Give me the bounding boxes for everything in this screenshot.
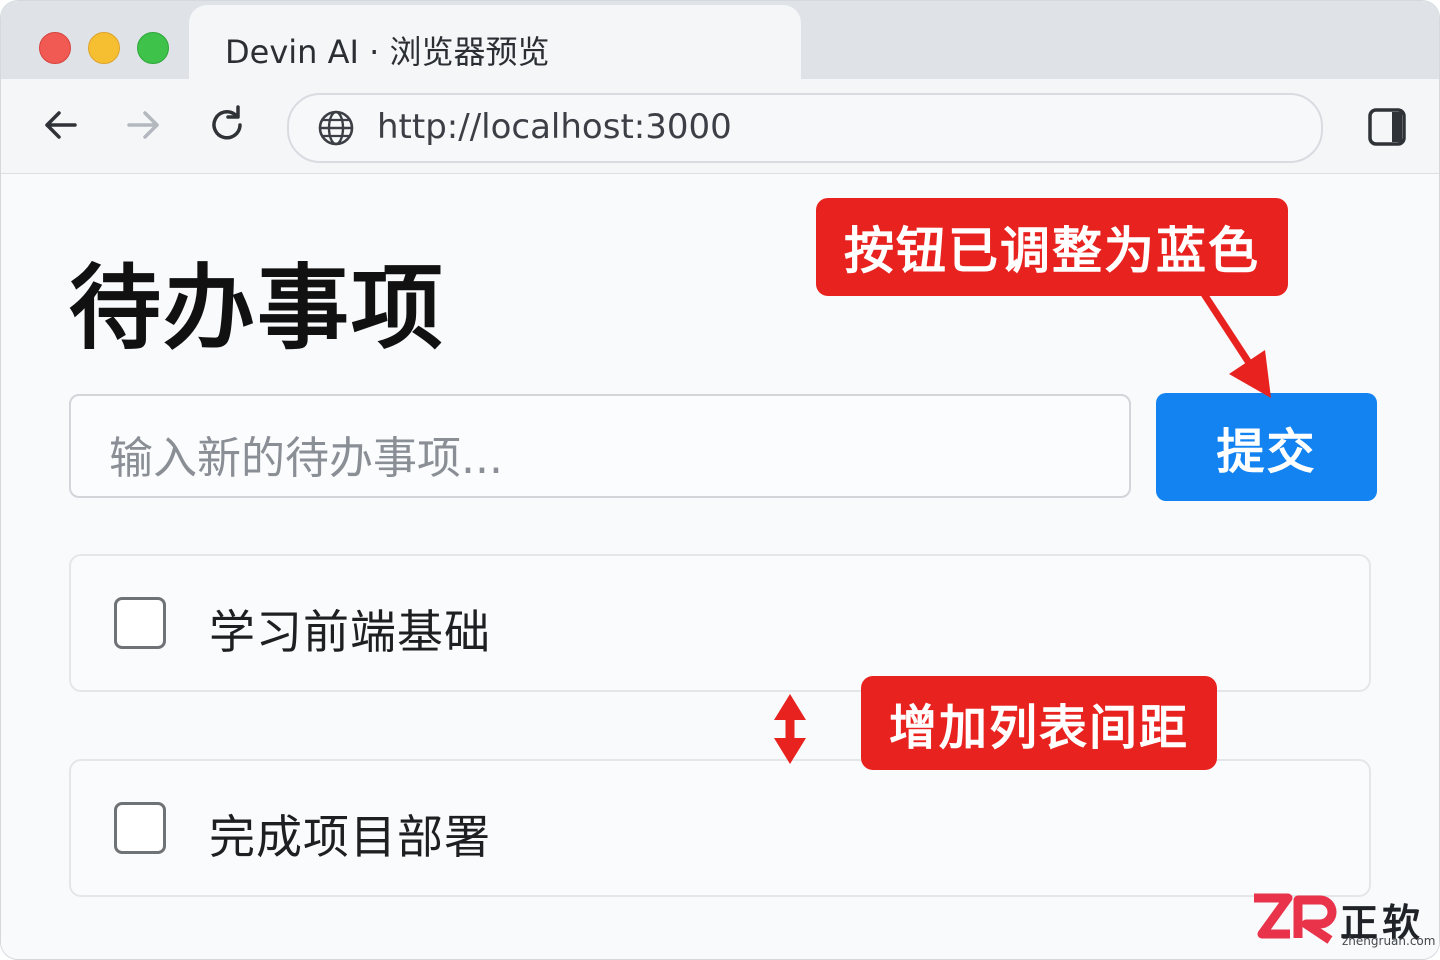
page-content: 待办事项 输入新的待办事项... 提交 学习前端基础 完成项目部署 按钮已调整为…	[1, 174, 1439, 959]
todo-item: 完成项目部署	[69, 759, 1371, 897]
tab-title: Devin AI · 浏览器预览	[225, 33, 550, 71]
globe-icon	[318, 110, 354, 146]
watermark-logo: 正软 zhengruan.com	[1248, 892, 1438, 952]
page-title: 待办事项	[69, 255, 446, 362]
url-text: http://localhost:3000	[377, 107, 732, 147]
address-bar[interactable]: http://localhost:3000	[287, 93, 1323, 163]
todo-label: 完成项目部署	[209, 810, 491, 864]
new-todo-placeholder: 输入新的待办事项...	[109, 433, 503, 484]
todo-label: 学习前端基础	[209, 605, 491, 659]
submit-button[interactable]: 提交	[1156, 393, 1377, 501]
todo-checkbox[interactable]	[114, 597, 166, 649]
browser-tab[interactable]: Devin AI · 浏览器预览	[189, 5, 801, 81]
close-window-button[interactable]	[39, 32, 71, 64]
button-color-callout: 按钮已调整为蓝色	[816, 198, 1288, 296]
zr-logo-icon	[1254, 893, 1337, 944]
reload-icon	[212, 105, 242, 140]
todo-checkbox[interactable]	[114, 802, 166, 854]
todo-item: 学习前端基础	[69, 554, 1371, 692]
back-button[interactable]	[39, 103, 83, 147]
forward-button[interactable]	[121, 103, 165, 147]
minimize-window-button[interactable]	[88, 32, 120, 64]
watermark-domain: zhengruan.com	[1342, 934, 1436, 948]
reload-button[interactable]	[205, 103, 249, 147]
zoom-window-button[interactable]	[137, 32, 169, 64]
forward-arrow-icon	[127, 111, 159, 139]
annotation-arrow-icon	[1200, 290, 1271, 398]
tab-strip: Devin AI · 浏览器预览	[1, 1, 1439, 81]
back-arrow-icon	[45, 111, 77, 139]
sidebar-toggle-icon[interactable]	[1365, 105, 1409, 149]
browser-window: Devin AI · 浏览器预览 http://localhost:3000 待…	[0, 0, 1440, 960]
list-spacing-callout: 增加列表间距	[861, 676, 1217, 770]
vertical-double-arrow-icon	[774, 694, 806, 764]
browser-toolbar: http://localhost:3000	[1, 79, 1439, 174]
new-todo-input[interactable]: 输入新的待办事项...	[69, 394, 1131, 498]
